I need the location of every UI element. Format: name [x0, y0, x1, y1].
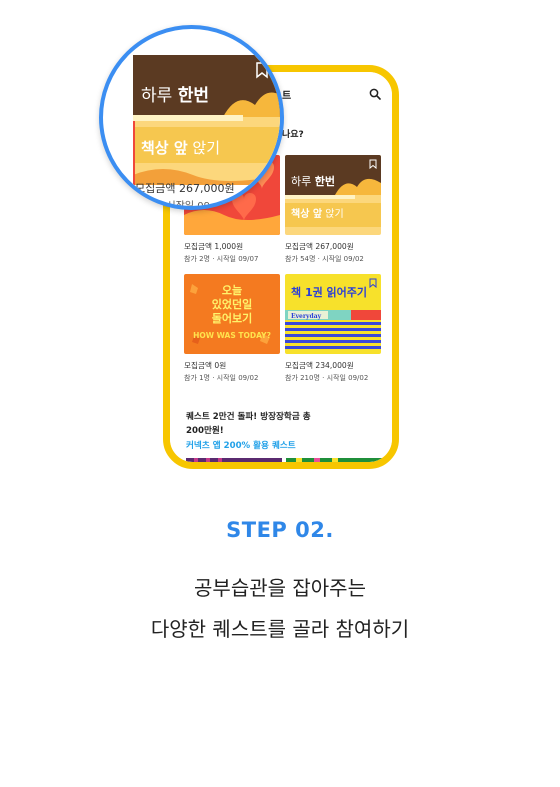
quest-tag: Everyday	[291, 313, 322, 320]
magnifier-zoom: 하루 한번 책상 앞 앉기 모집금액 267,000원 54명 · 시작일 09	[99, 25, 284, 210]
magnified-thumbnail: 하루 한번 책상 앞 앉기	[133, 55, 280, 185]
section-question: 나요?	[282, 130, 304, 140]
quest-card-4[interactable]: 책 1권 읽어주기 Everyday 모집금액 234,000원 참가 210명…	[285, 274, 381, 383]
quest-card-3[interactable]: 오늘 있었던일 돌어보기 HOW WAS TODAY? 모집금액 0원 참가 1…	[184, 274, 280, 383]
quest-subtitle: HOW WAS TODAY?	[193, 331, 271, 340]
quest-thumbnail-art: 책 1권 읽어주기 Everyday	[285, 274, 381, 354]
quest-info: 참가 54명 · 시작일 09/02	[285, 255, 364, 263]
magnified-title-line1: 하루 한번	[141, 86, 209, 106]
quest-raised: 모집금액 1,000원	[184, 242, 244, 251]
quest-title: 책 1권 읽어주기	[291, 285, 367, 299]
quest-info: 참가 1명 · 시작일 09/02	[184, 374, 259, 382]
quest-raised: 모집금액 267,000원	[285, 242, 354, 251]
bookmark-icon[interactable]	[369, 278, 377, 288]
app-title: 트	[282, 91, 292, 102]
quest-thumbnail-art: 하루 한번 책상 앞 앉기	[285, 155, 381, 235]
step-description-line2: 다양한 퀘스트를 골라 참여하기	[150, 617, 410, 641]
bookmark-icon[interactable]	[369, 159, 377, 169]
quest-raised: 모집금액 0원	[184, 361, 227, 370]
quest-thumbnail-art: 오늘 있었던일 돌어보기 HOW WAS TODAY?	[184, 274, 280, 354]
step-description-line1: 공부습관을 잡아주는	[194, 576, 366, 600]
step-label: STEP 02.	[226, 518, 334, 542]
quest-title-line1: 하루 한번	[291, 174, 335, 188]
quest-thumbnail: 하루 한번 책상 앞 앉기	[285, 155, 381, 235]
quest-title-line3: 돌어보기	[212, 311, 252, 325]
quest-thumbnail: 책 1권 읽어주기 Everyday	[285, 274, 381, 354]
magnified-raised: 모집금액 267,000원	[135, 182, 235, 195]
quest-raised: 모집금액 234,000원	[285, 361, 354, 370]
promo-title-line1: 퀘스트 2만건 돌파! 방장장학금 총	[186, 412, 311, 422]
magnified-title-line2: 책상 앞 앉기	[141, 139, 220, 157]
quest-card-2[interactable]: 하루 한번 책상 앞 앉기 모집금액 267,000원 참가 54명 · 시작일…	[285, 155, 381, 264]
quest-title-line1: 오늘	[222, 284, 242, 297]
quest-title-line2: 있었던일	[212, 297, 252, 311]
quest-info: 참가 2명 · 시작일 09/07	[184, 255, 259, 263]
promo-link[interactable]: 커넥츠 앱 200% 활용 퀘스트	[186, 439, 386, 453]
search-icon[interactable]	[369, 88, 381, 100]
promo-title-line2: 200만원!	[186, 426, 224, 436]
quest-title-line2: 책상 앞 앉기	[291, 207, 344, 220]
quest-thumbnail: 오늘 있었던일 돌어보기 HOW WAS TODAY?	[184, 274, 280, 354]
quest-info: 참가 210명 · 시작일 09/02	[285, 374, 369, 382]
next-row-thumbnails	[186, 458, 382, 462]
magnified-info: 54명 · 시작일 09	[135, 201, 210, 210]
promo-banner[interactable]: 퀘스트 2만건 돌파! 방장장학금 총 200만원! 커넥츠 앱 200% 활용…	[186, 410, 386, 453]
